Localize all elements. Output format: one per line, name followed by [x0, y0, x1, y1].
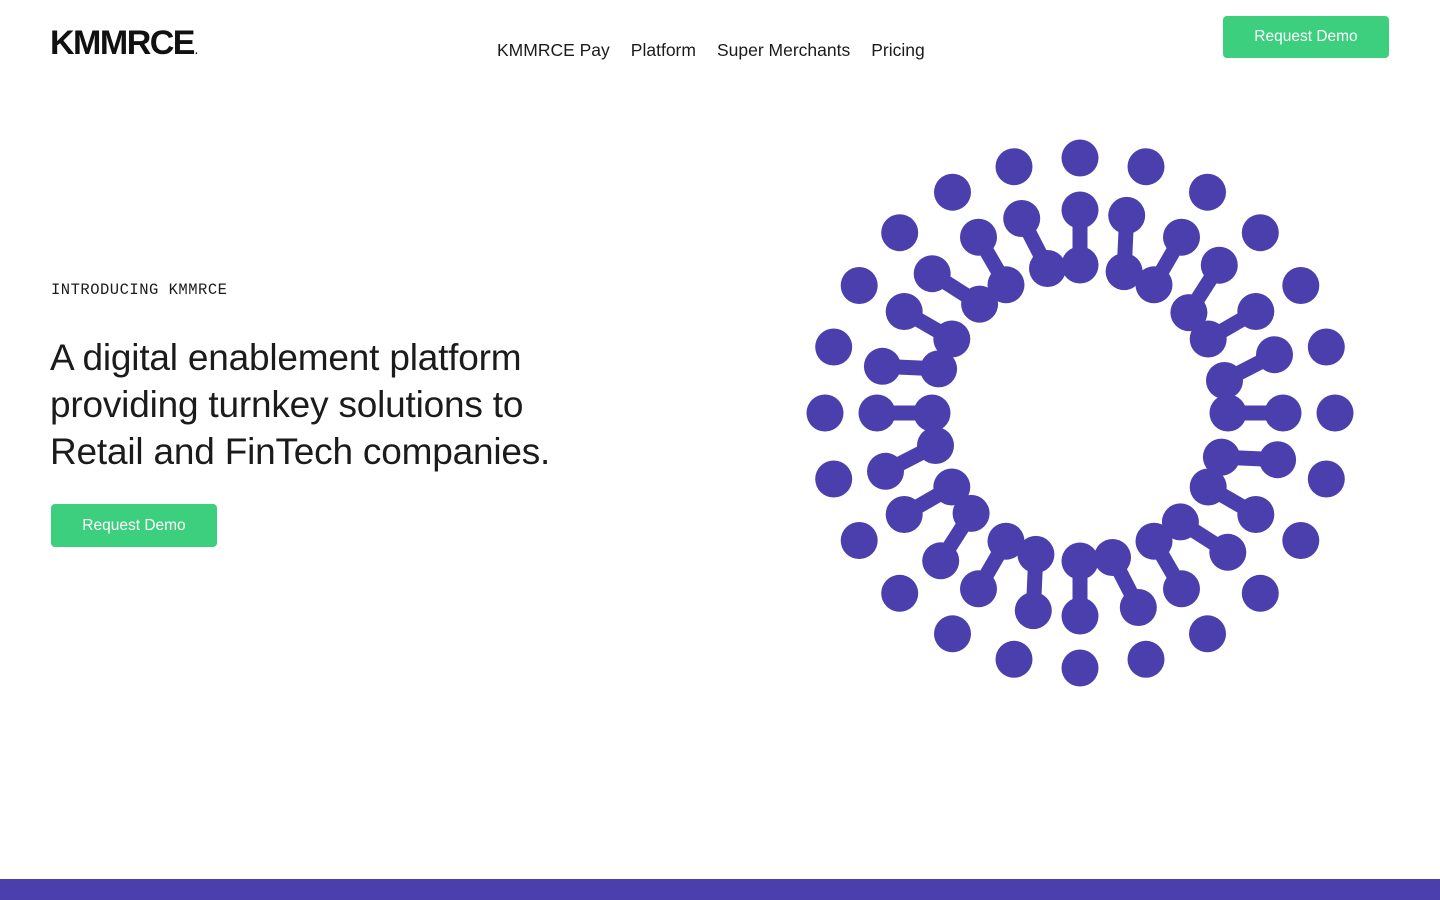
burst-dot — [1061, 191, 1099, 229]
burst-dot — [1237, 293, 1275, 330]
burst-dot — [867, 452, 904, 490]
burst-dot — [1189, 615, 1226, 653]
burst-dot — [917, 427, 954, 464]
burst-dot — [1014, 592, 1052, 630]
burst-dot — [1209, 394, 1247, 432]
headline-line: A digital enablement platform — [50, 337, 522, 378]
burst-dot — [1256, 336, 1293, 374]
burst-dot — [1209, 533, 1247, 571]
burst-dot — [815, 328, 853, 366]
burst-dot — [1237, 496, 1275, 533]
burst-dot — [933, 320, 971, 358]
burst-dot — [881, 214, 919, 252]
burst-dot — [815, 460, 853, 498]
burst-dot — [934, 615, 971, 653]
headline-line: Retail and FinTech companies. — [50, 431, 551, 472]
burst-dot — [1241, 574, 1279, 612]
brand-logo[interactable]: KMMRCE. — [50, 26, 198, 60]
burst-dot — [987, 522, 1025, 560]
burst-dot — [881, 574, 919, 612]
burst-dot — [1135, 522, 1173, 560]
dotted-radial-burst-icon — [806, 139, 1354, 687]
nav-item-pricing[interactable]: Pricing — [871, 38, 925, 62]
burst-dot — [1189, 468, 1227, 506]
burst-dot — [960, 570, 997, 608]
burst-dot — [1316, 394, 1354, 432]
burst-dot — [1061, 139, 1099, 177]
hero-headline: A digital enablement platform providing … — [50, 334, 650, 475]
burst-dot — [995, 148, 1033, 186]
hero-eyebrow: INTRODUCING KMMRCE — [51, 281, 228, 299]
burst-dot — [1206, 362, 1243, 399]
burst-dot — [1282, 522, 1320, 559]
brand-mark: . — [194, 46, 198, 57]
burst-dot — [1003, 200, 1041, 237]
burst-dot — [1264, 394, 1302, 432]
burst-dot — [1307, 328, 1345, 366]
burst-dot — [1061, 597, 1099, 635]
burst-dot — [1061, 246, 1099, 284]
burst-dot — [960, 218, 997, 256]
burst-dot — [1127, 148, 1165, 186]
burst-dot — [1061, 649, 1099, 687]
headline-line: providing turnkey solutions to — [50, 384, 524, 425]
burst-dot — [806, 394, 844, 432]
burst-dot — [1189, 320, 1227, 358]
burst-dot — [913, 394, 951, 432]
burst-dot — [858, 394, 896, 432]
hero-request-demo-button[interactable]: Request Demo — [51, 504, 217, 547]
burst-dot — [1241, 214, 1279, 252]
burst-dot — [1061, 542, 1099, 580]
main-nav: KMMRCE Pay Platform Super Merchants Pric… — [497, 38, 946, 62]
burst-dot — [995, 640, 1033, 678]
footer-band — [0, 879, 1440, 900]
burst-dot — [1282, 267, 1320, 304]
burst-dot — [1127, 640, 1165, 678]
burst-dot — [1094, 539, 1131, 576]
burst-dot — [1163, 570, 1200, 608]
burst-dot — [1029, 250, 1066, 287]
nav-item-kmmrce-pay[interactable]: KMMRCE Pay — [497, 38, 610, 62]
burst-dot — [922, 542, 960, 580]
burst-dot — [1200, 246, 1238, 284]
site-header: KMMRCE. KMMRCE Pay Platform Super Mercha… — [0, 0, 1440, 100]
burst-dot — [933, 468, 971, 506]
burst-dot — [840, 522, 878, 559]
burst-dot — [913, 255, 951, 293]
burst-dot — [1135, 266, 1173, 304]
burst-dot — [863, 347, 901, 385]
nav-item-platform[interactable]: Platform — [631, 38, 696, 62]
burst-dot — [885, 293, 923, 330]
burst-dot — [987, 266, 1025, 304]
brand-name: KMMRCE — [50, 24, 195, 62]
nav-item-super-merchants[interactable]: Super Merchants — [717, 38, 850, 62]
burst-dot — [1307, 460, 1345, 498]
burst-dot — [840, 267, 878, 304]
burst-dot — [1108, 196, 1146, 234]
burst-dot — [1119, 589, 1157, 626]
burst-dot — [885, 496, 923, 533]
burst-dot — [1163, 218, 1200, 256]
header-request-demo-button[interactable]: Request Demo — [1223, 16, 1389, 58]
burst-dot — [1189, 173, 1226, 211]
burst-dot — [934, 173, 971, 211]
burst-dot — [1259, 441, 1297, 479]
